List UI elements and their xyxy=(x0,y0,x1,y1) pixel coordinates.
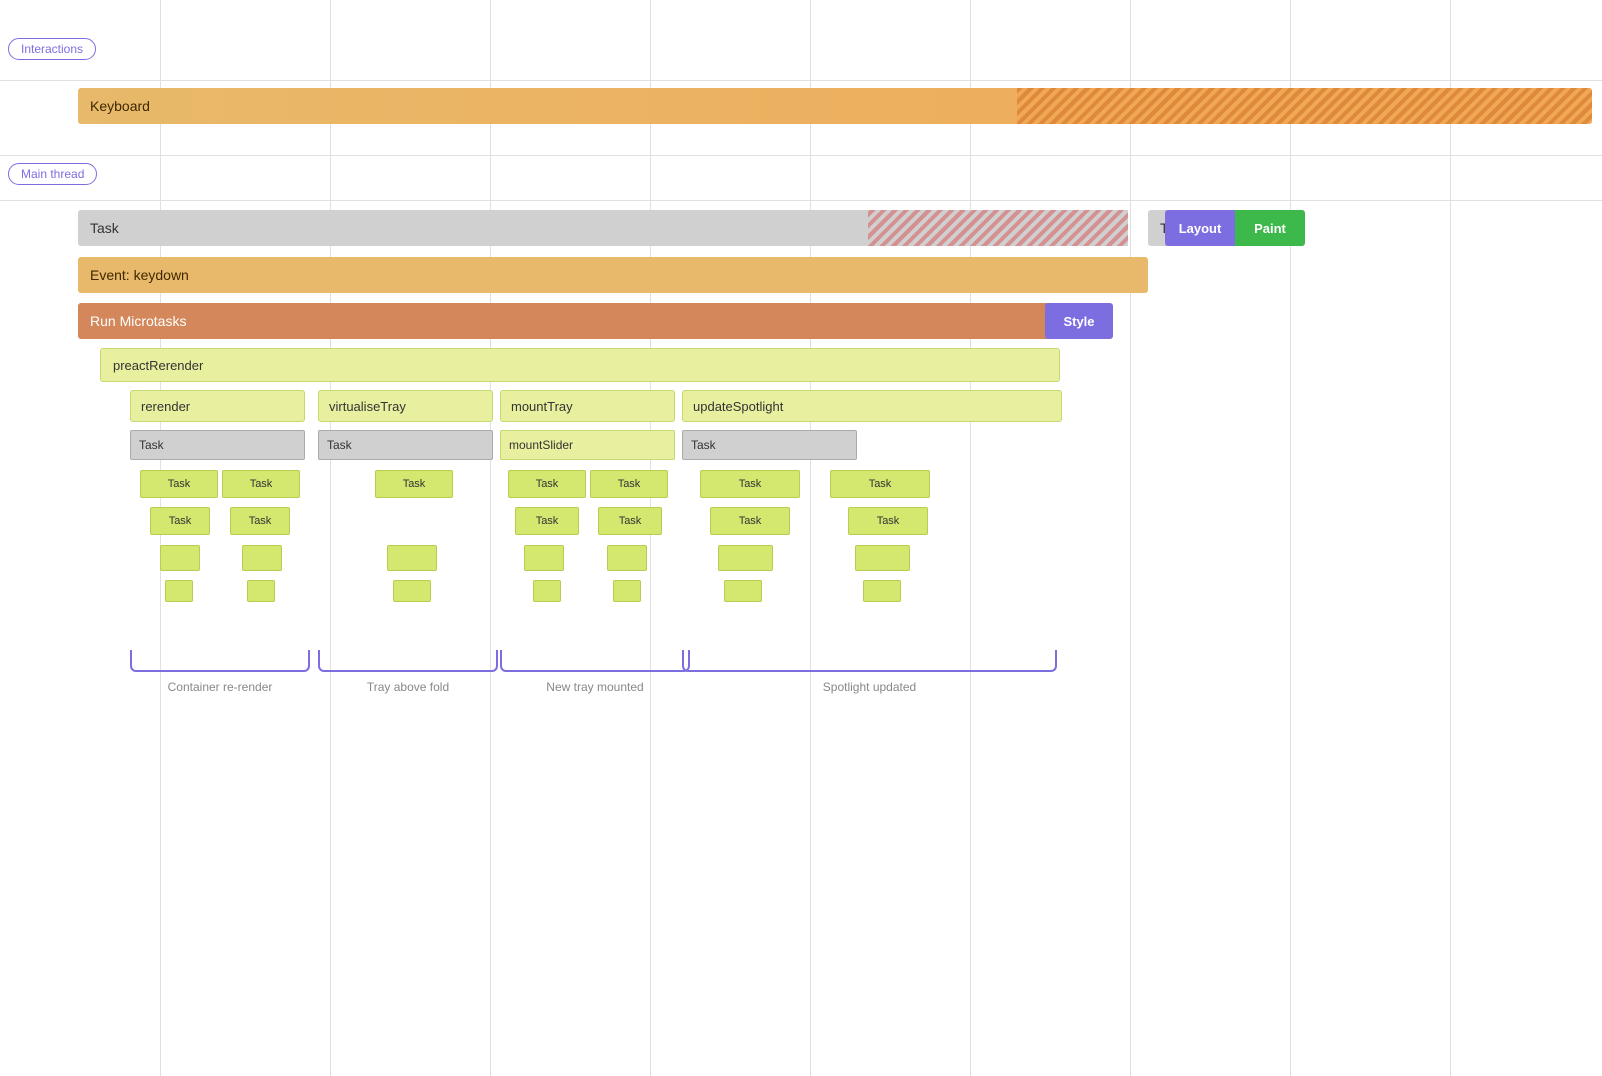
task-block-small xyxy=(387,545,437,571)
task-block-small xyxy=(160,545,200,571)
interactions-label: Interactions xyxy=(8,38,96,60)
timeline-container: Interactions Keyboard Main thread Task T… xyxy=(0,0,1602,1076)
keyboard-bar-hatched xyxy=(1017,88,1592,124)
keyboard-bar: Keyboard xyxy=(78,88,1592,124)
separator xyxy=(0,200,1602,201)
grid-line xyxy=(1290,0,1291,1076)
separator xyxy=(0,155,1602,156)
paint-button[interactable]: Paint xyxy=(1235,210,1305,246)
tray-above-fold-label: Tray above fold xyxy=(318,680,498,694)
virtualise-tray-bar: virtualiseTray xyxy=(318,390,493,422)
grid-line xyxy=(490,0,491,1076)
spotlight-label: Spotlight updated xyxy=(682,680,1057,694)
microtasks-bar: Run Microtasks xyxy=(78,303,1108,339)
task-block: Task xyxy=(130,430,305,460)
grid-line xyxy=(1130,0,1131,1076)
main-thread-label: Main thread xyxy=(8,163,97,185)
task-block: Task xyxy=(150,507,210,535)
new-tray-label: New tray mounted xyxy=(500,680,690,694)
grid-line xyxy=(160,0,161,1076)
task-block-tiny xyxy=(247,580,275,602)
grid-line xyxy=(650,0,651,1076)
task-bar-top: Task xyxy=(78,210,1128,246)
grid-line xyxy=(330,0,331,1076)
task-block: Task xyxy=(318,430,493,460)
grid-lines xyxy=(0,0,1602,1076)
task-block: Task xyxy=(710,507,790,535)
mount-tray-bar: mountTray xyxy=(500,390,675,422)
task-block: Task xyxy=(590,470,668,498)
brace-container-rerender xyxy=(130,650,310,672)
event-keydown-bar: Event: keydown xyxy=(78,257,1148,293)
task-block: Task xyxy=(682,430,857,460)
task-block-small xyxy=(718,545,773,571)
task-block-small xyxy=(607,545,647,571)
task-block: Task xyxy=(598,507,662,535)
grid-line xyxy=(810,0,811,1076)
rerender-bar: rerender xyxy=(130,390,305,422)
task-block-tiny xyxy=(724,580,762,602)
task-block-small xyxy=(524,545,564,571)
task-block: Task xyxy=(848,507,928,535)
container-rerender-label: Container re-render xyxy=(130,680,310,694)
task-block: Task xyxy=(515,507,579,535)
brace-tray-above-fold xyxy=(318,650,498,672)
grid-line xyxy=(970,0,971,1076)
task-block-small xyxy=(855,545,910,571)
mount-slider-bar: mountSlider xyxy=(500,430,675,460)
update-spotlight-bar: updateSpotlight xyxy=(682,390,1062,422)
task-block-small xyxy=(242,545,282,571)
brace-new-tray xyxy=(500,650,690,672)
task-block-tiny xyxy=(863,580,901,602)
task-block-tiny xyxy=(393,580,431,602)
preact-rerender-bar: preactRerender xyxy=(100,348,1060,382)
task-bar-top-hatched xyxy=(868,210,1128,246)
task-block-tiny xyxy=(165,580,193,602)
task-block: Task xyxy=(830,470,930,498)
task-block: Task xyxy=(230,507,290,535)
grid-line xyxy=(1450,0,1451,1076)
task-block: Task xyxy=(508,470,586,498)
task-block: Task xyxy=(700,470,800,498)
task-block: Task xyxy=(222,470,300,498)
brace-spotlight xyxy=(682,650,1057,672)
task-block: Task xyxy=(375,470,453,498)
separator xyxy=(0,80,1602,81)
task-block: Task xyxy=(140,470,218,498)
style-button[interactable]: Style xyxy=(1045,303,1113,339)
task-block-tiny xyxy=(533,580,561,602)
task-block-tiny xyxy=(613,580,641,602)
layout-button[interactable]: Layout xyxy=(1165,210,1235,246)
